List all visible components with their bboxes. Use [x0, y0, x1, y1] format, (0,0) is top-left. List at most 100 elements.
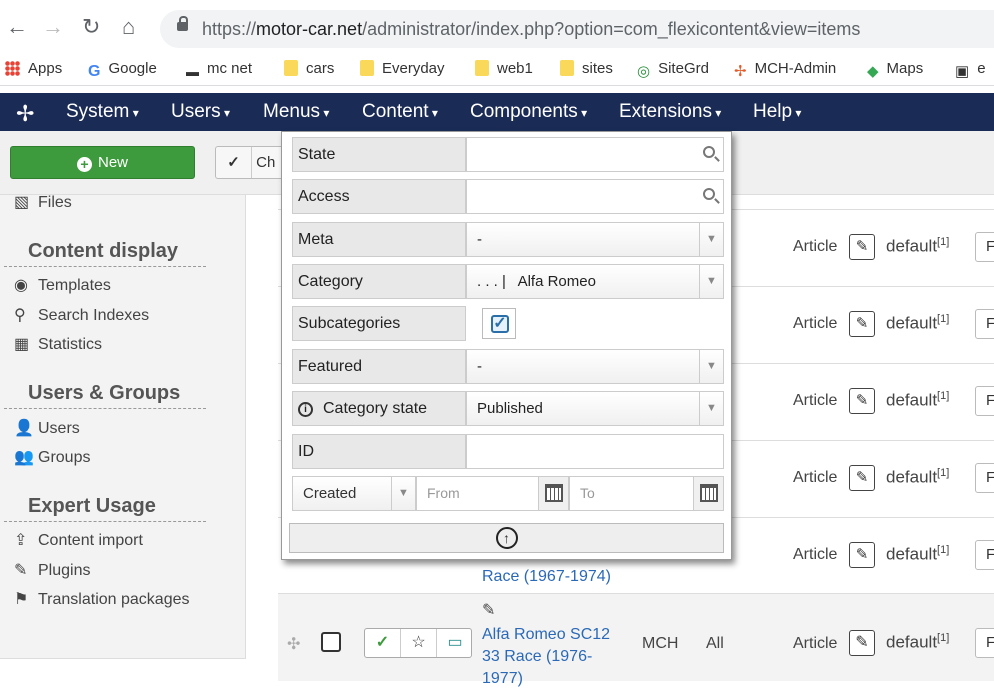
filter-label-id: ID — [292, 434, 466, 469]
sidebar-item-search-indexes[interactable]: ⚲ Search Indexes — [14, 305, 149, 325]
calendar-icon[interactable] — [693, 477, 723, 510]
category-select[interactable]: . . . | Alfa Romeo ▼ — [466, 264, 724, 299]
published-check-icon[interactable]: ✓ — [365, 629, 401, 657]
menu-users[interactable]: Users — [171, 101, 230, 123]
sidebar-item-users[interactable]: 👤 Users — [14, 418, 80, 438]
menu-system[interactable]: System — [66, 101, 139, 123]
menu-help[interactable]: Help — [753, 101, 801, 123]
edit-icon[interactable]: ✎ — [849, 630, 875, 656]
chevron-down-icon: ▼ — [699, 223, 723, 256]
access-search-input[interactable] — [466, 179, 724, 214]
drag-handle-icon[interactable]: ✣ — [287, 634, 300, 654]
sidebar-heading-content-display: Content display — [28, 240, 179, 262]
sidebar-item-groups[interactable]: 👥 Groups — [14, 447, 90, 467]
edit-icon[interactable]: ✎ — [849, 542, 875, 568]
car-icon: ▬ — [186, 64, 199, 79]
date-type-select[interactable]: Created ▼ — [292, 476, 416, 511]
image-icon: ▧ — [14, 194, 30, 211]
bookmark-maps[interactable]: ◆ Maps — [867, 60, 923, 80]
pencil-icon[interactable]: ✎ — [482, 600, 495, 620]
bookmarks-bar: Apps G Google ▬ mc net cars Everyday web1 … — [0, 54, 994, 86]
item-template: default[1] — [886, 390, 950, 410]
home-icon[interactable]: ⌂ — [122, 16, 135, 38]
sidebar-item-plugins[interactable]: ✎ Plugins — [14, 560, 90, 580]
row-checkbox[interactable] — [321, 632, 341, 652]
language-select[interactable]: F — [975, 232, 994, 262]
divider — [4, 408, 206, 409]
filter-subcategories: Subcategories ✓ — [292, 306, 724, 341]
menu-extensions[interactable]: Extensions — [619, 101, 721, 123]
bookmark-e[interactable]: ▣ e — [955, 60, 986, 80]
menu-content[interactable]: Content — [362, 101, 438, 123]
item-template: default[1] — [886, 544, 950, 564]
check-icon: ✓ — [216, 147, 252, 178]
admin-top-nav: ✢ System Users Menus Content Components … — [0, 93, 994, 131]
edit-icon[interactable]: ✎ — [849, 234, 875, 260]
info-icon[interactable]: i — [298, 402, 313, 417]
users-icon: 👥 — [14, 449, 34, 466]
plus-circle-icon: + — [76, 157, 92, 172]
back-arrow-icon[interactable]: ← — [6, 16, 28, 38]
filter-meta: Meta - ▼ — [292, 222, 724, 257]
new-button[interactable]: + New — [10, 146, 195, 179]
monitor-icon[interactable]: ▭ — [437, 629, 473, 657]
language-select[interactable]: F — [975, 540, 994, 570]
chart-icon: ▦ — [14, 336, 30, 353]
sidebar-item-translation-packages[interactable]: ⚑ Translation packages — [14, 589, 190, 609]
bookmark-apps[interactable]: Apps — [5, 60, 62, 77]
sidebar-item-files[interactable]: ▧ Files — [14, 192, 72, 212]
bookmark-everyday[interactable]: Everyday — [360, 60, 445, 77]
filter-category-state: i Category state Published ▼ — [292, 391, 724, 426]
sidebar-item-templates[interactable]: ◉ Templates — [14, 275, 111, 295]
plug-icon: ✎ — [14, 562, 28, 579]
sidebar-item-content-import[interactable]: ⇪ Content import — [14, 530, 143, 550]
folder-icon — [284, 60, 298, 76]
bookmark-google[interactable]: G Google — [88, 60, 157, 81]
subcategories-checkbox[interactable]: ✓ — [482, 308, 516, 339]
joomla-logo-icon[interactable]: ✢ — [16, 101, 34, 127]
edit-icon[interactable]: ✎ — [849, 465, 875, 491]
bookmark-sitegrd[interactable]: ◎ SiteGrd — [637, 60, 709, 80]
filter-access: Access — [292, 179, 724, 214]
item-author: MCH — [642, 635, 679, 652]
collapse-filters-button[interactable]: ↑ — [289, 523, 724, 553]
meta-select[interactable]: - ▼ — [466, 222, 724, 257]
address-bar[interactable]: https://motor-car.net/administrator/inde… — [160, 10, 994, 48]
forward-arrow-icon[interactable]: → — [42, 16, 64, 38]
item-title-link[interactable]: Alfa Romeo SC12 33 Race (1976- 1977) — [482, 624, 610, 690]
edit-icon[interactable]: ✎ — [849, 388, 875, 414]
item-title-link[interactable]: Race (1967-1974) — [482, 566, 611, 588]
language-select[interactable]: F — [975, 628, 994, 658]
url-text: https://motor-car.net/administrator/inde… — [202, 19, 861, 39]
sidebar-item-statistics[interactable]: ▦ Statistics — [14, 334, 102, 354]
bookmark-mc-net[interactable]: ▬ mc net — [186, 60, 252, 79]
menu-menus[interactable]: Menus — [263, 101, 329, 123]
category-state-select[interactable]: Published ▼ — [466, 391, 724, 426]
sidebar-heading-expert-usage: Expert Usage — [28, 495, 156, 517]
lock-icon — [177, 16, 188, 31]
menu-components[interactable]: Components — [470, 101, 587, 123]
state-search-input[interactable] — [466, 137, 724, 172]
bookmark-sites[interactable]: sites — [560, 60, 613, 77]
bookmark-mch-admin[interactable]: ✢ MCH-Admin — [734, 60, 836, 80]
calendar-icon[interactable] — [538, 477, 568, 510]
user-icon: 👤 — [14, 420, 34, 437]
bookmark-cars[interactable]: cars — [284, 60, 334, 77]
item-type: Article — [793, 238, 838, 255]
date-to-input[interactable]: To — [569, 476, 724, 511]
bookmark-web1[interactable]: web1 — [475, 60, 533, 77]
language-select[interactable]: F — [975, 386, 994, 416]
folder-icon — [475, 60, 489, 76]
apps-grid-icon — [5, 61, 20, 76]
filter-label-state: State — [292, 137, 466, 172]
reload-icon[interactable]: ↻ — [82, 16, 100, 38]
item-template: default[1] — [886, 632, 950, 652]
star-icon[interactable]: ☆ — [401, 629, 437, 657]
id-input[interactable] — [466, 434, 724, 469]
language-select[interactable]: F — [975, 309, 994, 339]
edit-icon[interactable]: ✎ — [849, 311, 875, 337]
language-select[interactable]: F — [975, 463, 994, 493]
date-from-input[interactable]: From — [416, 476, 569, 511]
folder-icon — [360, 60, 374, 76]
featured-select[interactable]: - ▼ — [466, 349, 724, 384]
